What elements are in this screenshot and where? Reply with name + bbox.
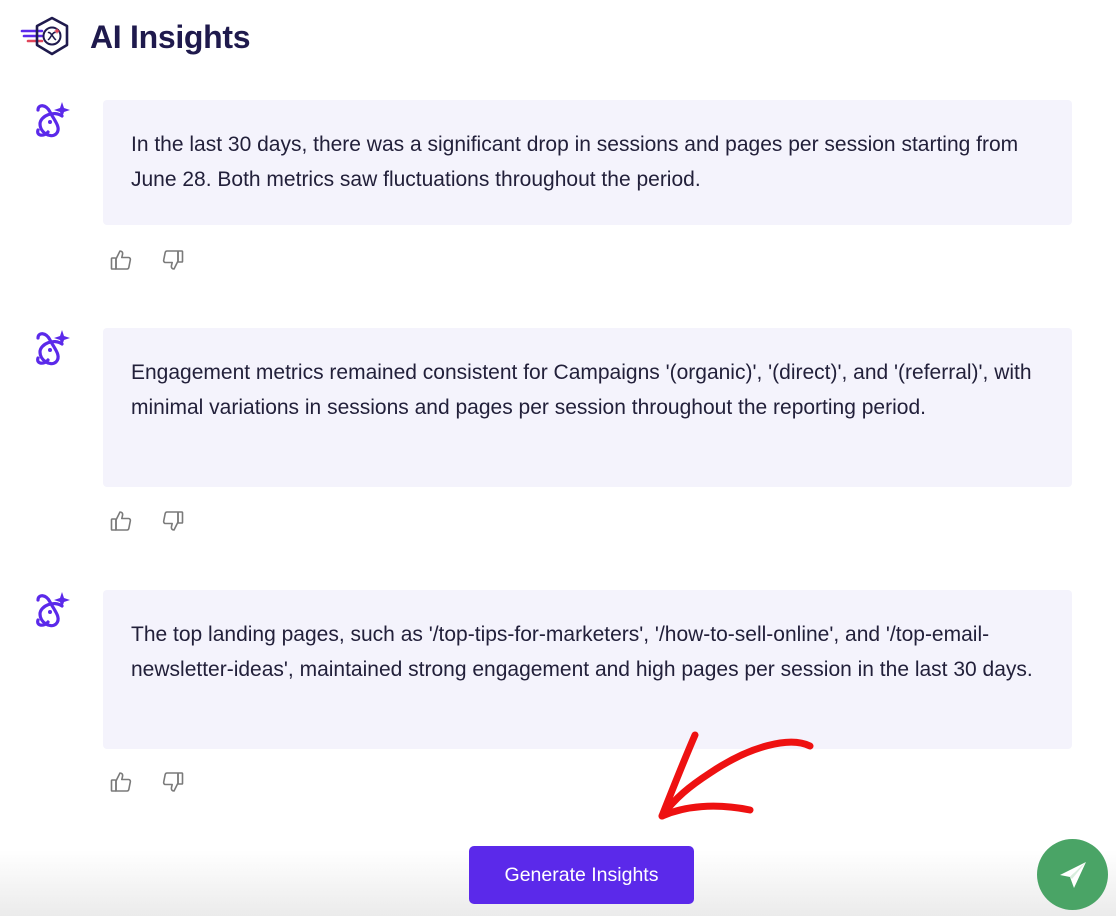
- thumbs-up-button[interactable]: [108, 769, 134, 795]
- generate-insights-button[interactable]: Generate Insights: [469, 846, 694, 904]
- ai-sparkle-icon: [36, 592, 70, 628]
- thumbs-up-icon: [110, 250, 132, 270]
- header: AI Insights: [20, 12, 251, 62]
- thumbs-down-button[interactable]: [160, 508, 186, 534]
- ai-sparkle-icon: [36, 102, 70, 138]
- thumbs-down-icon: [162, 511, 184, 531]
- insight-text: In the last 30 days, there was a signifi…: [103, 100, 1072, 225]
- ai-sparkle-icon: [36, 330, 70, 366]
- ai-insights-logo-icon: [20, 16, 69, 56]
- paper-plane-icon: [1059, 861, 1086, 888]
- send-button[interactable]: [1037, 839, 1108, 910]
- thumbs-down-icon: [162, 250, 184, 270]
- thumbs-up-button[interactable]: [108, 508, 134, 534]
- page-title: AI Insights: [90, 18, 251, 55]
- feedback-controls: [108, 508, 186, 534]
- ai-insights-page: AI Insights In the last 30 days, there w…: [0, 0, 1116, 916]
- thumbs-up-button[interactable]: [108, 247, 134, 273]
- thumbs-down-icon: [162, 772, 184, 792]
- feedback-controls: [108, 769, 186, 795]
- thumbs-up-icon: [110, 772, 132, 792]
- thumbs-down-button[interactable]: [160, 247, 186, 273]
- thumbs-up-icon: [110, 511, 132, 531]
- thumbs-down-button[interactable]: [160, 769, 186, 795]
- insight-text: The top landing pages, such as '/top-tip…: [103, 590, 1072, 749]
- insight-text: Engagement metrics remained consistent f…: [103, 328, 1072, 487]
- feedback-controls: [108, 247, 186, 273]
